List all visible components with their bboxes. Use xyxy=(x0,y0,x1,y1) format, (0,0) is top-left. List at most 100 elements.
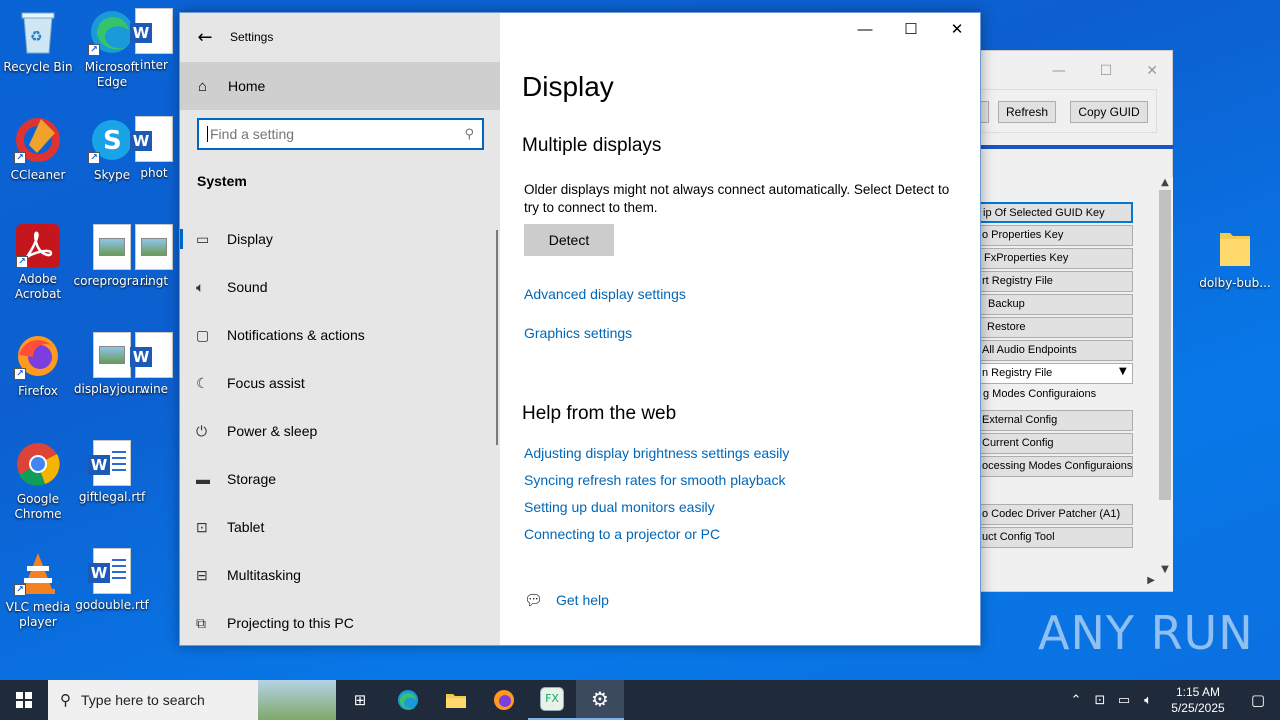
multiple-displays-heading: Multiple displays xyxy=(522,135,662,156)
close-button[interactable]: ✕ xyxy=(934,13,980,45)
gui-button[interactable]: All Audio Endpoints xyxy=(979,340,1133,361)
multiple-displays-description: Older displays might not always connect … xyxy=(524,182,950,215)
firefox-icon: ↗ xyxy=(14,332,62,380)
gui-button[interactable]: o Codec Driver Patcher (A1) xyxy=(979,504,1133,525)
gui-button[interactable]: o Properties Key xyxy=(979,225,1133,246)
fx-app-icon: FX xyxy=(540,687,564,711)
nav-item-label: Tablet xyxy=(227,519,265,535)
nav-item-label: Sound xyxy=(227,279,268,295)
scroll-up-icon[interactable]: ▲ xyxy=(1157,177,1173,188)
desktop-icon-giftlegal[interactable]: W giftlegal.rtf xyxy=(74,440,150,505)
desktop-icon-label: wine xyxy=(139,382,169,396)
taskbar-settings[interactable]: ⚙ xyxy=(576,680,624,720)
taskbar-file-explorer[interactable] xyxy=(432,680,480,720)
desktop-icon-phot[interactable]: W phot xyxy=(128,116,180,181)
gear-icon: ⚙ xyxy=(591,687,609,711)
taskbar-edge[interactable] xyxy=(384,680,432,720)
message-icon: ▢ xyxy=(196,326,210,343)
gui-button[interactable]: Restore xyxy=(979,317,1133,338)
search-highlight-image xyxy=(258,680,336,720)
desktop-icon-chrome[interactable]: Google Chrome xyxy=(0,440,76,522)
desktop-icon-wine[interactable]: W wine xyxy=(128,332,180,397)
start-button[interactable] xyxy=(0,680,48,720)
nav-item-storage[interactable]: ▬ Storage xyxy=(180,455,500,503)
gui-button[interactable]: ocessing Modes Configuraions xyxy=(979,456,1133,477)
settings-search-input[interactable]: Find a setting ⚲ xyxy=(197,118,484,150)
get-help-link[interactable]: 💬︎ Get help xyxy=(524,591,609,609)
gui-button[interactable]: Current Config xyxy=(979,433,1133,454)
task-view-icon: ⊞ xyxy=(353,691,367,709)
search-icon: ⚲ xyxy=(464,126,474,142)
desktop-icon-godouble[interactable]: W godouble.rtf xyxy=(74,548,150,613)
task-view-button[interactable]: ⊞ xyxy=(336,680,384,720)
copy-guid-button[interactable]: Copy GUID xyxy=(1070,101,1148,123)
close-icon[interactable]: ✕ xyxy=(1146,63,1158,79)
nav-item-multitasking[interactable]: ⊟ Multitasking xyxy=(180,551,500,599)
gui-button[interactable]: rt Registry File xyxy=(979,271,1133,292)
notifications-icon[interactable]: ▢ xyxy=(1236,691,1280,709)
help-link[interactable]: Connecting to a projector or PC xyxy=(524,526,720,542)
advanced-display-settings-link[interactable]: Advanced display settings xyxy=(524,286,686,302)
nav-item-label: Focus assist xyxy=(227,375,305,391)
gui-button[interactable]: External Config xyxy=(979,410,1133,431)
background-app-window[interactable]: — ☐ ✕ Refresh Copy GUID ▲ ▼ ip Of Select… xyxy=(978,50,1174,592)
maximize-icon: ☐ xyxy=(904,21,918,38)
help-link[interactable]: Setting up dual monitors easily xyxy=(524,499,715,515)
desktop-icon-ringt[interactable]: ringt xyxy=(128,224,180,289)
desktop-icon-vlc[interactable]: ↗ VLC media player xyxy=(0,548,76,630)
desktop-icon-label: inter xyxy=(140,58,168,72)
gui-button[interactable]: Backup xyxy=(979,294,1133,315)
nav-home[interactable]: ⌂ Home xyxy=(180,62,500,110)
nav-item-power-sleep[interactable]: ⏻ Power & sleep xyxy=(180,407,500,455)
device-icon[interactable]: ⊡ xyxy=(1088,693,1112,708)
maximize-button[interactable]: ☐ xyxy=(888,13,934,45)
detect-button[interactable]: Detect xyxy=(524,224,614,256)
settings-sidebar: ← Settings ⌂ Home Find a setting ⚲ Syste… xyxy=(180,13,500,645)
nav-item-notifications[interactable]: ▢ Notifications & actions xyxy=(180,311,500,359)
gui-button[interactable]: FxProperties Key xyxy=(979,248,1133,269)
nav-item-sound[interactable]: 🔈︎ Sound xyxy=(180,263,500,311)
desktop-icon-recycle-bin[interactable]: ♻ Recycle Bin xyxy=(0,8,76,75)
chevron-up-icon[interactable]: ⌃ xyxy=(1064,693,1088,708)
gui-button[interactable]: ip Of Selected GUID Key xyxy=(979,202,1133,223)
refresh-button[interactable]: Refresh xyxy=(998,101,1056,123)
desktop-icon-label: VLC media player xyxy=(5,600,71,629)
maximize-icon[interactable]: ☐ xyxy=(1100,63,1113,79)
nav-item-focus-assist[interactable]: ☾ Focus assist xyxy=(180,359,500,407)
clock[interactable]: 1:15 AM 5/25/2025 xyxy=(1160,684,1236,716)
clock-time: 1:15 AM xyxy=(1175,685,1221,699)
desktop-icon-acrobat[interactable]: ↗ Adobe Acrobat xyxy=(0,224,76,302)
help-heading: Help from the web xyxy=(522,403,677,424)
nav-item-projecting[interactable]: ⧉ Projecting to this PC xyxy=(180,599,500,647)
gui-button[interactable]: uct Config Tool xyxy=(979,527,1133,548)
minimize-button[interactable]: — xyxy=(842,13,888,45)
graphics-settings-link[interactable]: Graphics settings xyxy=(524,325,632,341)
chat-help-icon: 💬︎ xyxy=(524,592,544,609)
desktop-icon-firefox[interactable]: ↗ Firefox xyxy=(0,332,76,399)
desktop-icon-ccleaner[interactable]: ↗ CCleaner xyxy=(0,116,76,183)
page-title: Display xyxy=(522,71,614,102)
help-link[interactable]: Syncing refresh rates for smooth playbac… xyxy=(524,472,785,488)
registry-file-dropdown[interactable]: n Registry File xyxy=(979,363,1133,384)
word-document-icon: W xyxy=(88,440,131,486)
desktop-icon-label: Skype xyxy=(93,168,131,182)
back-arrow-icon[interactable]: ← xyxy=(180,27,230,48)
help-link[interactable]: Adjusting display brightness settings ea… xyxy=(524,445,789,461)
scrollbar[interactable]: ▲ ▼ xyxy=(1157,177,1173,577)
nav-item-tablet[interactable]: ⊡ Tablet xyxy=(180,503,500,551)
taskbar-search-box[interactable]: ⚲ Type here to search xyxy=(48,680,336,720)
horizontal-scrollbar[interactable]: ▶ xyxy=(979,575,1173,591)
minimize-icon[interactable]: — xyxy=(1052,63,1066,79)
desktop-icon-label: dolby-bub... xyxy=(1199,276,1271,290)
taskbar-fx-app[interactable]: FX xyxy=(528,680,576,720)
nav-item-display[interactable]: ▭ Display xyxy=(180,215,500,263)
volume-icon[interactable]: 🔈︎ xyxy=(1136,693,1160,708)
desktop-icon-inter[interactable]: W inter xyxy=(128,8,180,73)
settings-window[interactable]: ← Settings ⌂ Home Find a setting ⚲ Syste… xyxy=(179,12,981,646)
scroll-down-icon[interactable]: ▼ xyxy=(1157,564,1173,575)
taskbar-firefox[interactable] xyxy=(480,680,528,720)
network-icon[interactable]: ▭ xyxy=(1112,693,1136,708)
sidebar-scrollbar[interactable] xyxy=(496,230,498,445)
desktop-icon-dolby[interactable]: dolby-bub... xyxy=(1197,224,1273,291)
image-file-icon xyxy=(93,332,131,378)
